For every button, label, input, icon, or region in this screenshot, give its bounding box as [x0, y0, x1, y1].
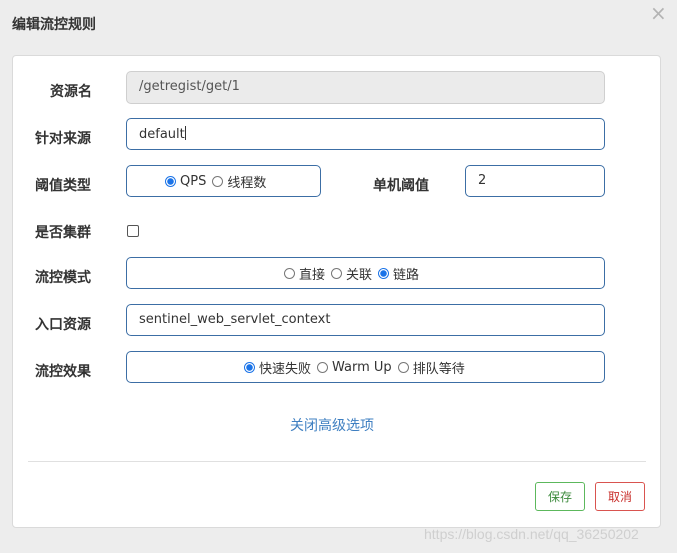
cluster-label: 是否集群: [35, 225, 91, 241]
radio-dot-icon: [284, 267, 295, 279]
radio-dot-icon: [165, 175, 176, 187]
ref-resource-value: sentinel_web_servlet_context: [139, 312, 331, 327]
single-threshold-label: 单机阈值: [373, 178, 429, 194]
limit-app-label: 针对来源: [35, 131, 91, 147]
control-behavior-label: 流控效果: [35, 364, 91, 380]
radio-direct[interactable]: 直接: [284, 264, 325, 283]
radio-dot-icon: [317, 361, 329, 373]
radio-warm-up[interactable]: Warm Up: [317, 360, 392, 375]
radio-qps[interactable]: QPS: [165, 174, 206, 189]
cluster-checkbox[interactable]: [127, 225, 139, 237]
threshold-type-group: QPS 线程数: [126, 165, 321, 197]
radio-dot-icon: [378, 267, 390, 279]
threshold-type-label: 阈值类型: [35, 178, 91, 194]
strategy-label: 流控模式: [35, 270, 91, 286]
ref-resource-input[interactable]: sentinel_web_servlet_context: [126, 304, 605, 336]
single-threshold-input[interactable]: 2: [465, 165, 605, 197]
close-advanced-options-link[interactable]: 关闭高级选项: [290, 415, 374, 435]
radio-dot-icon: [331, 267, 343, 279]
radio-queue[interactable]: 排队等待: [397, 358, 465, 377]
radio-chain[interactable]: 链路: [378, 264, 419, 283]
save-button[interactable]: 保存: [535, 482, 585, 511]
strategy-group: 直接 关联 链路: [126, 257, 605, 289]
dialog-title: 编辑流控规则: [12, 17, 96, 33]
single-threshold-value: 2: [478, 173, 487, 188]
resource-field: /getregist/get/1: [126, 71, 605, 104]
limit-app-value: default: [139, 127, 185, 142]
radio-dot-icon: [244, 361, 255, 373]
close-icon[interactable]: ×: [650, 2, 667, 24]
watermark-text: https://blog.csdn.net/qq_36250202: [424, 526, 639, 542]
radio-thread-count[interactable]: 线程数: [212, 172, 266, 191]
radio-dot-icon: [212, 175, 224, 187]
radio-dot-icon: [397, 361, 409, 373]
footer-divider: [28, 461, 646, 462]
radio-relate[interactable]: 关联: [331, 264, 372, 283]
resource-value: /getregist/get/1: [139, 79, 240, 94]
resource-label: 资源名: [50, 84, 92, 100]
control-behavior-group: 快速失败 Warm Up 排队等待: [126, 351, 605, 383]
rule-form-panel: 资源名 /getregist/get/1 针对来源 default 阈值类型 Q…: [12, 55, 661, 528]
cancel-button[interactable]: 取消: [595, 482, 645, 511]
text-cursor: [184, 126, 186, 140]
limit-app-input[interactable]: default: [126, 118, 605, 150]
ref-resource-label: 入口资源: [35, 317, 91, 333]
radio-fast-fail[interactable]: 快速失败: [244, 358, 311, 377]
